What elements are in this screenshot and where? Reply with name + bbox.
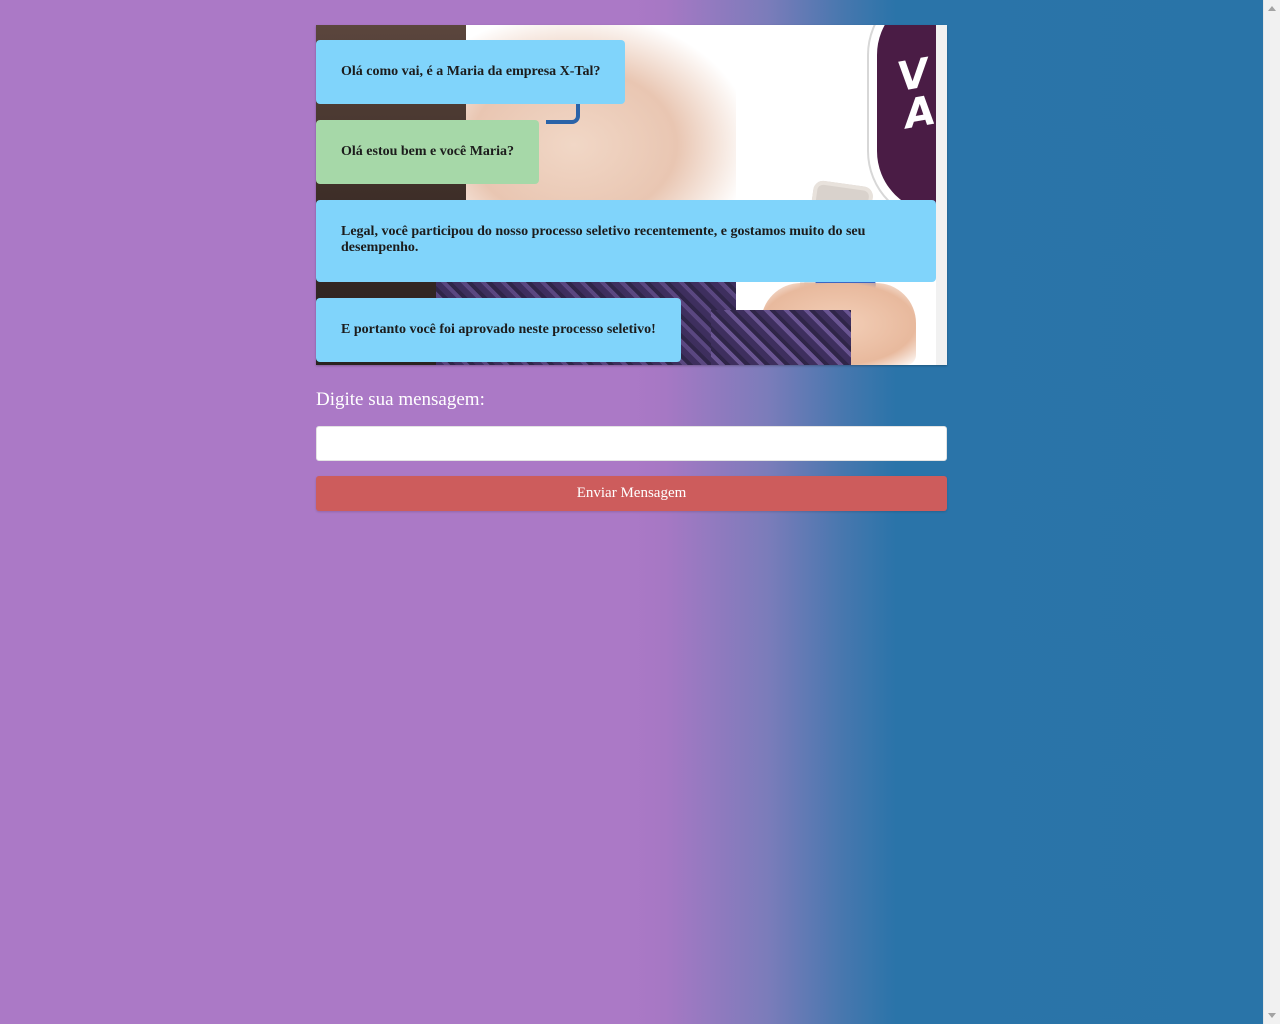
scroll-up-arrow-icon[interactable] [1264, 0, 1280, 17]
chat-window[interactable]: V Al Olá como vai, é a Maria da empresa X… [316, 25, 947, 365]
page-scrollbar[interactable] [1263, 0, 1280, 1024]
message-input-label: Digite sua mensagem: [316, 389, 485, 410]
message-list: Olá como vai, é a Maria da empresa X-Tal… [316, 40, 936, 365]
message-received: E portanto você foi aprovado neste proce… [316, 298, 681, 362]
chat-scrollbar[interactable] [936, 25, 947, 365]
message-received: Olá como vai, é a Maria da empresa X-Tal… [316, 40, 626, 104]
chat-container: V Al Olá como vai, é a Maria da empresa X… [316, 25, 947, 511]
send-message-button[interactable]: Enviar Mensagem [316, 476, 947, 511]
message-sent: Olá estou bem e você Maria? [316, 120, 540, 184]
message-received: Legal, você participou do nosso processo… [316, 200, 936, 282]
message-input[interactable] [316, 426, 947, 461]
scroll-down-arrow-icon[interactable] [1264, 1007, 1280, 1024]
